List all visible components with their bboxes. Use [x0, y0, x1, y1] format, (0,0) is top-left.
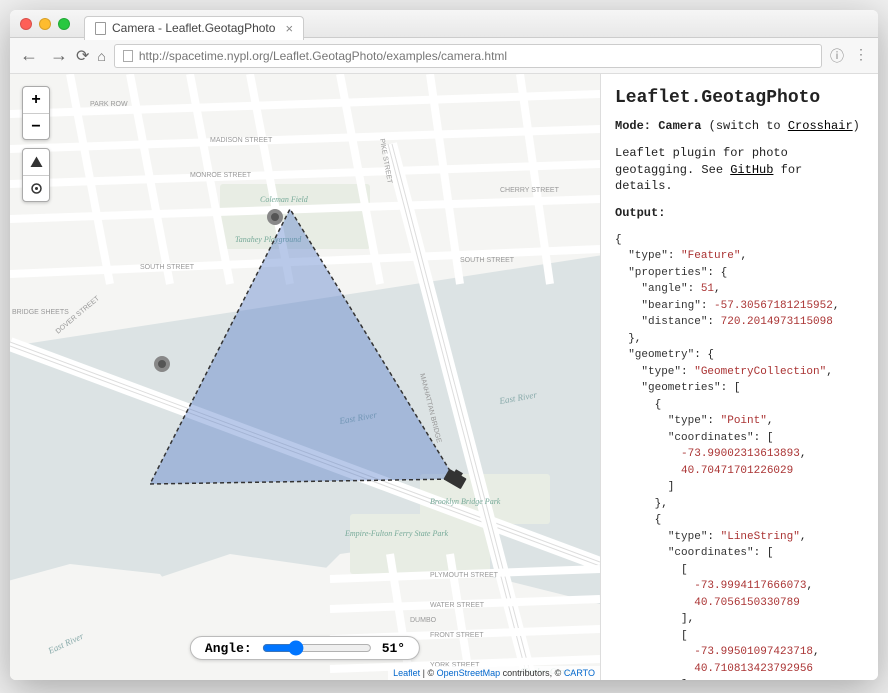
reload-button[interactable]: ⟳ [76, 46, 89, 66]
park-label: Empire-Fulton Ferry State Park [344, 529, 448, 538]
street-label: WATER STREET [430, 602, 485, 609]
maximize-window-button[interactable] [58, 18, 70, 30]
crosshair-link[interactable]: Crosshair [788, 119, 853, 133]
back-button[interactable]: ← [20, 45, 38, 66]
street-label: MADISON STREET [210, 137, 273, 144]
leaflet-link[interactable]: Leaflet [393, 668, 420, 678]
url-text: http://spacetime.nypl.org/Leaflet.Geotag… [139, 49, 507, 63]
mode-label: Mode: Camera [615, 119, 701, 133]
panel-title: Leaflet.GeotagPhoto [615, 88, 864, 108]
angle-value: 51° [382, 641, 405, 656]
json-output: { "type": "Feature", "properties": { "an… [615, 232, 864, 680]
toolbar: ← → ⟳ ⌂ http://spacetime.nypl.org/Leafle… [10, 38, 878, 74]
carto-link[interactable]: CARTO [564, 668, 595, 678]
github-link[interactable]: GitHub [730, 163, 773, 177]
output-label: Output: [615, 206, 665, 220]
zoom-out-button[interactable]: − [23, 113, 49, 139]
map-pane[interactable]: PARK ROW MADISON STREET MONROE STREET CH… [10, 74, 600, 680]
camera-tool-button[interactable] [23, 149, 49, 175]
zoom-in-button[interactable]: + [23, 87, 49, 113]
titlebar: Camera - Leaflet.GeotagPhoto × [10, 10, 878, 38]
tab-title: Camera - Leaflet.GeotagPhoto [112, 21, 275, 35]
home-button[interactable]: ⌂ [97, 48, 105, 64]
browser-tab[interactable]: Camera - Leaflet.GeotagPhoto × [84, 16, 304, 40]
forward-button[interactable]: → [50, 45, 68, 66]
street-label: BRIDGE SHEETS [12, 309, 69, 316]
map-controls: + − [22, 86, 50, 210]
close-window-button[interactable] [20, 18, 32, 30]
crosshair-tool-button[interactable] [23, 175, 49, 201]
street-label: MONROE STREET [190, 172, 252, 179]
street-label: PLYMOUTH STREET [430, 572, 499, 579]
info-icon[interactable]: ⓘ [830, 46, 844, 66]
street-label: PARK ROW [90, 101, 128, 108]
street-label: FRONT STREET [430, 632, 484, 639]
angle-control: Angle: 51° [190, 636, 420, 660]
target-marker[interactable] [269, 211, 281, 223]
close-tab-icon[interactable]: × [285, 21, 293, 36]
traffic-lights [20, 18, 70, 30]
street-label: SOUTH STREET [140, 264, 195, 271]
street-label: SOUTH STREET [460, 257, 515, 264]
map-attribution: Leaflet | © OpenStreetMap contributors, … [388, 666, 600, 680]
url-bar[interactable]: http://spacetime.nypl.org/Leaflet.Geotag… [114, 44, 822, 68]
angle-label: Angle: [205, 641, 252, 656]
content: PARK ROW MADISON STREET MONROE STREET CH… [10, 74, 878, 680]
minimize-window-button[interactable] [39, 18, 51, 30]
osm-link[interactable]: OpenStreetMap [437, 668, 501, 678]
map-canvas[interactable]: PARK ROW MADISON STREET MONROE STREET CH… [10, 74, 600, 680]
angle-slider[interactable] [262, 640, 372, 656]
page-info-icon [123, 50, 133, 62]
park-label: Coleman Field [260, 195, 309, 204]
side-panel: Leaflet.GeotagPhoto Mode: Camera (switch… [600, 74, 878, 680]
neighborhood-label: DUMBO [410, 617, 437, 624]
secondary-marker[interactable] [156, 358, 168, 370]
park-label: Brooklyn Bridge Park [430, 497, 501, 506]
menu-icon[interactable]: ⋮ [854, 46, 868, 66]
page-icon [95, 22, 106, 35]
street-label: CHERRY STREET [500, 187, 560, 194]
browser-window: Camera - Leaflet.GeotagPhoto × ← → ⟳ ⌂ h… [10, 10, 878, 680]
